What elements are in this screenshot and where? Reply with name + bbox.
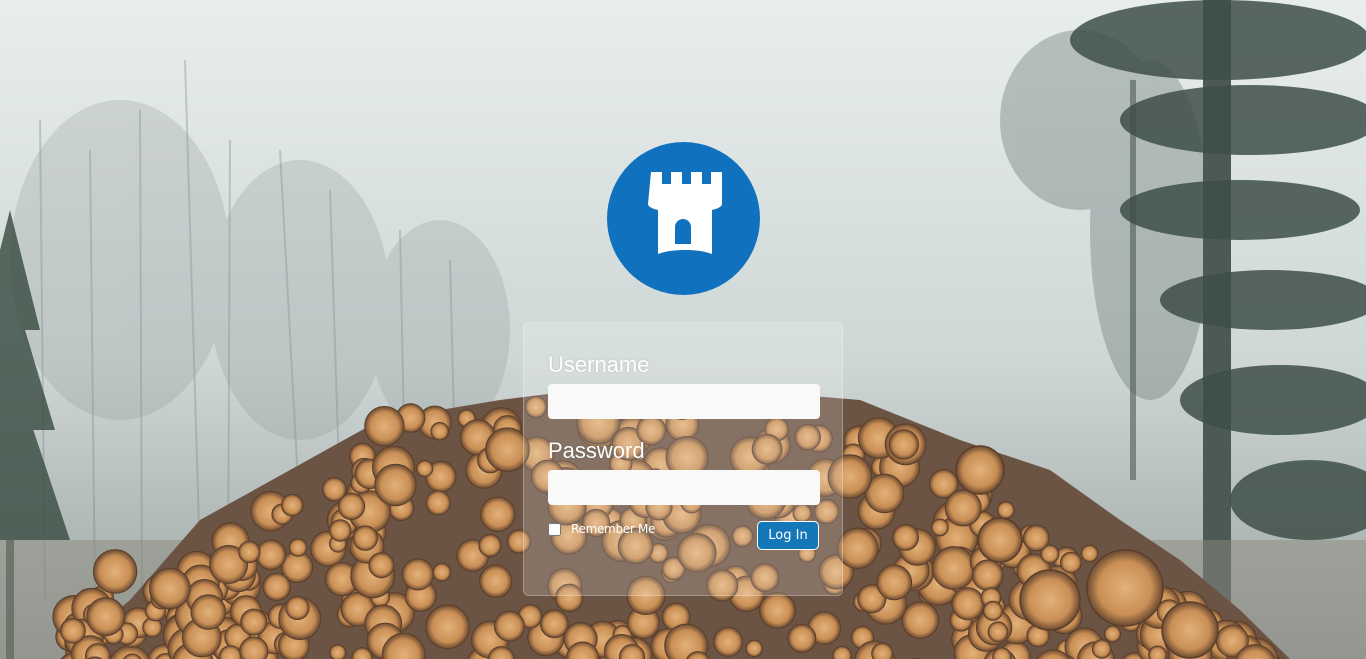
log-end — [352, 525, 378, 551]
log-end — [977, 517, 1023, 563]
log-end — [931, 546, 976, 590]
log-end — [479, 564, 513, 598]
log-end — [238, 540, 261, 564]
log-end — [987, 621, 1009, 643]
log-end — [955, 445, 1005, 495]
log-end — [262, 572, 291, 601]
log-end — [759, 592, 796, 629]
log-end — [876, 564, 913, 601]
log-end — [944, 489, 982, 527]
log-end — [368, 552, 395, 579]
log-end — [1060, 551, 1082, 574]
log-end — [425, 490, 451, 516]
log-end — [478, 533, 502, 558]
remember-me-row: Remember Me — [548, 522, 655, 536]
log-end — [996, 501, 1015, 519]
log-end — [329, 644, 347, 659]
remember-me-checkbox[interactable] — [548, 522, 561, 536]
log-end — [480, 496, 516, 532]
remember-me-label[interactable]: Remember Me — [571, 522, 655, 536]
log-end — [836, 527, 879, 570]
castle-tower-icon — [648, 172, 722, 254]
log-end — [190, 594, 227, 630]
log-end — [364, 406, 405, 447]
log-end — [1161, 601, 1219, 659]
log-end — [92, 549, 138, 594]
log-end — [240, 608, 268, 636]
log-end — [713, 626, 744, 657]
log-end — [425, 604, 470, 650]
password-label: Password — [548, 438, 645, 463]
log-end — [892, 524, 919, 551]
log-end — [539, 609, 569, 639]
login-page: Username Password Remember Me Log In — [0, 0, 1366, 659]
log-end — [374, 463, 417, 507]
log-end — [982, 600, 1003, 621]
log-end — [1086, 549, 1164, 627]
log-end — [322, 477, 347, 502]
login-form: Username Password Remember Me Log In — [523, 322, 843, 596]
log-end — [432, 562, 452, 582]
username-input[interactable] — [548, 384, 820, 419]
log-end — [149, 567, 191, 610]
log-end — [255, 539, 287, 571]
log-end — [1103, 625, 1122, 643]
log-end — [972, 559, 1004, 591]
log-end — [901, 601, 940, 640]
log-end — [787, 623, 817, 653]
log-end — [871, 642, 894, 659]
log-end — [931, 518, 949, 537]
log-end — [1148, 645, 1168, 659]
log-end — [745, 639, 763, 658]
log-end — [951, 587, 985, 621]
site-logo — [607, 142, 760, 295]
log-end — [1019, 569, 1081, 631]
log-end — [329, 519, 352, 542]
log-end — [494, 610, 525, 642]
log-end — [401, 558, 434, 591]
log-end — [888, 429, 919, 460]
password-input[interactable] — [548, 470, 820, 505]
log-end — [430, 422, 450, 441]
login-button[interactable]: Log In — [757, 521, 819, 550]
log-end — [288, 538, 308, 557]
log-end — [1091, 639, 1112, 659]
log-end — [86, 597, 126, 637]
log-end — [60, 617, 86, 644]
log-end — [285, 595, 310, 621]
username-label: Username — [548, 352, 650, 377]
log-end — [281, 493, 304, 517]
log-end — [1080, 544, 1099, 563]
log-end — [416, 460, 434, 478]
log-end — [1022, 524, 1050, 552]
